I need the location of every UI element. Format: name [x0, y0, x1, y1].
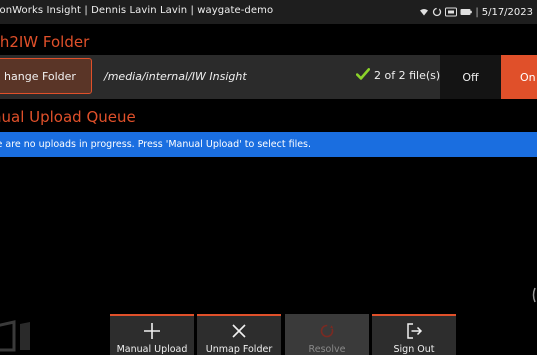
close-icon: [229, 319, 249, 343]
sync-icon: [432, 7, 442, 17]
wifi-icon: [419, 7, 429, 17]
folder-path: /media/internal/IW Insight: [104, 70, 247, 83]
sign-out-icon: [404, 319, 424, 343]
change-folder-button[interactable]: hange Folder: [0, 58, 92, 94]
status-indicators: | 5/17/2023: [419, 4, 533, 20]
checkmark-icon: [355, 68, 371, 83]
folder-section-title: sh2IW Folder: [0, 33, 90, 51]
manual-upload-label: Manual Upload: [116, 344, 188, 355]
status-bar: ctionWorks Insight | Dennis Lavin Lavin …: [0, 0, 537, 24]
app-title: ctionWorks Insight | Dennis Lavin Lavin …: [0, 5, 274, 16]
toggle-off-label: Off: [462, 70, 479, 84]
toggle-on-label: On: [520, 70, 536, 84]
sign-out-label: Sign Out: [393, 344, 435, 355]
unmap-folder-button[interactable]: Unmap Folder: [197, 314, 281, 355]
plus-icon: [142, 319, 162, 343]
brand-logo-icon: [0, 320, 38, 352]
info-banner-text: ere are no uploads in progress. Press 'M…: [0, 139, 312, 150]
toggle-on-button[interactable]: On: [501, 55, 537, 99]
queue-section-title: nual Upload Queue: [0, 108, 136, 126]
unmap-folder-label: Unmap Folder: [205, 344, 273, 355]
scroll-indicator[interactable]: [531, 286, 537, 304]
resolve-button[interactable]: Resolve: [285, 314, 369, 355]
manual-upload-button[interactable]: Manual Upload: [110, 314, 194, 355]
battery-icon: [460, 7, 473, 17]
toggle-off-button[interactable]: Off: [440, 55, 501, 99]
file-status-text: 2 of 2 file(s): [374, 69, 441, 82]
app-screen: ctionWorks Insight | Dennis Lavin Lavin …: [0, 0, 537, 355]
file-status: 2 of 2 file(s): [355, 68, 441, 83]
resolve-label: Resolve: [308, 344, 346, 355]
status-date: 5/17/2023: [481, 6, 533, 18]
status-separator: |: [475, 6, 479, 18]
sign-out-button[interactable]: Sign Out: [372, 314, 456, 355]
resolve-icon: [317, 319, 337, 343]
hdmi-icon: [445, 7, 458, 17]
change-folder-label: hange Folder: [4, 69, 76, 83]
